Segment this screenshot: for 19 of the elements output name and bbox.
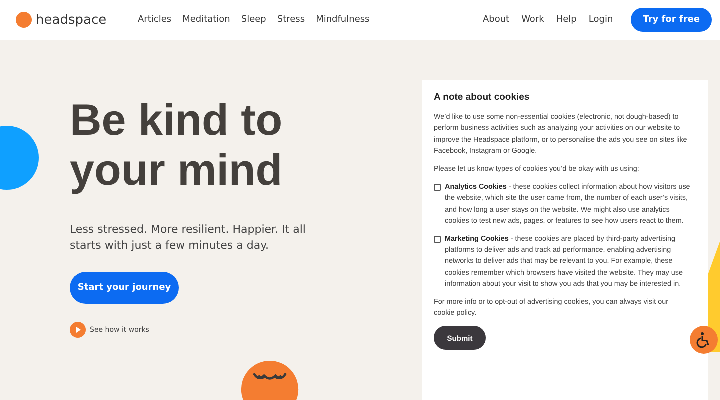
nav-link[interactable]: Articles (138, 15, 172, 25)
try-for-free-button[interactable]: Try for free (631, 8, 712, 32)
nav-link[interactable]: Login (588, 15, 614, 25)
play-icon[interactable] (70, 322, 86, 338)
nav-link[interactable]: Stress (277, 15, 306, 25)
nav-link[interactable]: Mindfulness (316, 15, 370, 25)
checkbox[interactable] (434, 236, 441, 244)
hero-heading: Be kind to your mind (70, 96, 284, 196)
nav-link[interactable]: About (482, 15, 510, 25)
logo-icon (16, 12, 32, 28)
nav-link[interactable]: Sleep (241, 15, 266, 25)
hero-subtitle: Less stressed. More resilient. Happier. It all starts with just a few minutes a day. (70, 222, 307, 254)
checkbox[interactable] (434, 184, 441, 192)
logo-text[interactable]: headspace (36, 12, 107, 28)
start-journey-button[interactable]: Start your journey (70, 272, 179, 304)
nav-link[interactable]: Work (522, 15, 544, 25)
nav-link[interactable]: Help (556, 15, 577, 25)
dialog-title: A note about cookies (434, 92, 531, 104)
nav-link[interactable]: Meditation (182, 15, 230, 25)
